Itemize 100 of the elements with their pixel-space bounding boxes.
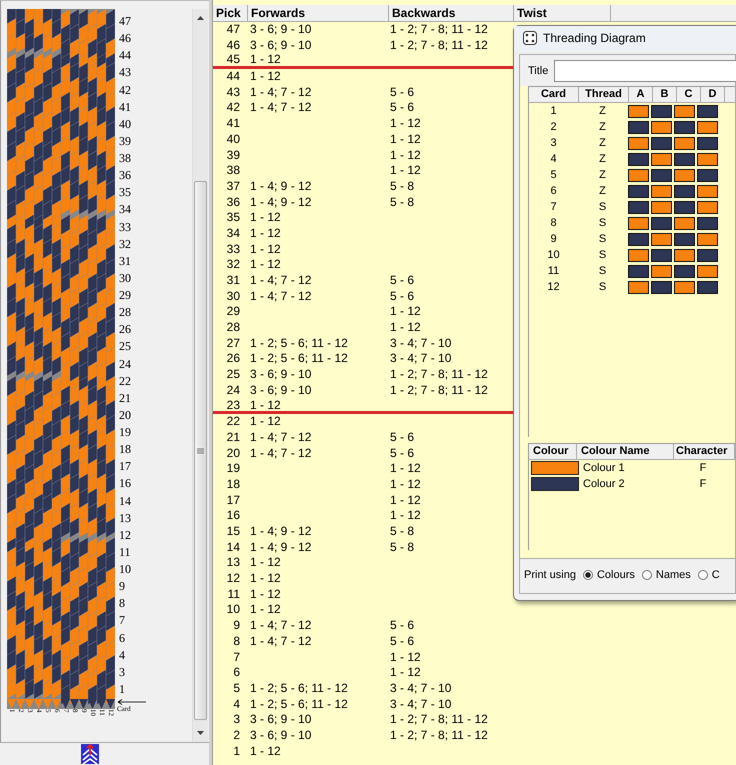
table-cell-text: 30 [226, 288, 241, 304]
pick-label: 21 [119, 392, 132, 404]
table-cell-text: 6 [549, 185, 558, 197]
pick-label: 6 [119, 632, 126, 644]
table-cell-text: 25 [226, 367, 241, 383]
column-header[interactable]: Forwards [248, 5, 389, 21]
table-cell-text: 3 - 4; 7 - 10 [389, 336, 452, 352]
table-cell-text: 1 - 12 [389, 476, 422, 493]
column-header[interactable]: Thread [579, 87, 629, 102]
pick-label: 32 [119, 238, 132, 250]
pick-label: 36 [119, 169, 132, 182]
table-cell-text: 1 - 12 [389, 508, 422, 524]
radio-button[interactable]: Names [642, 569, 691, 581]
scroll-up-icon[interactable] [196, 15, 205, 21]
table-cell-text: 11 [226, 586, 241, 602]
pick-label: 7 [119, 614, 126, 626]
pick-label: 40 [119, 118, 132, 130]
table-cell-text: 21 [226, 430, 241, 446]
column-header[interactable]: Backwards [389, 5, 514, 21]
table-cell-text: 4 [549, 153, 558, 165]
table-cell-text: 47 [226, 22, 241, 38]
table-cell-text: 5 - 6 [389, 273, 416, 289]
table-cell-text: 1 - 12 [389, 650, 422, 666]
table-cell-text: 10 [226, 602, 241, 618]
table-cell-text: F [698, 478, 708, 490]
table-cell-text: 20 [226, 446, 241, 462]
column-header[interactable]: C [677, 87, 701, 102]
table-cell-text: 5 [549, 169, 558, 181]
table-cell-text: 1 - 4; 7 - 12 [249, 634, 312, 650]
pick-label: 46 [119, 32, 132, 44]
table-cell-text: 1 - 12 [389, 492, 422, 508]
table-cell-text: 2 [549, 121, 558, 133]
pick-label: 22 [119, 374, 132, 387]
scrollbar-thumb[interactable] [194, 181, 207, 720]
table-cell-text: 1 - 12 [389, 148, 422, 164]
table-cell-text: 16 [226, 508, 241, 524]
table-cell-text: S [598, 281, 608, 293]
pick-label: 34 [119, 203, 132, 216]
table-cell-text: 9 [549, 233, 558, 245]
table-cell-text: 1 - 4; 7 - 12 [249, 430, 312, 446]
column-header[interactable]: Pick [213, 5, 248, 21]
table-cell-text: Z [598, 185, 607, 197]
column-header[interactable]: B [653, 87, 677, 102]
column-header[interactable]: D [701, 87, 725, 102]
table-cell-text: 1 - 2; 7 - 8; 11 - 12 [389, 22, 489, 38]
table-cell-text: 12 [546, 281, 561, 293]
radio-button[interactable]: C [698, 569, 720, 581]
scrollbar[interactable] [192, 9, 208, 742]
table-cell-text: 6 [232, 665, 241, 681]
table-cell-text: 8 [549, 217, 558, 229]
table-cell-text: 1 - 12 [249, 226, 282, 242]
table-cell-text: 1 - 12 [389, 132, 422, 148]
table-cell-text: 1 - 12 [249, 586, 282, 602]
table-cell-text: 1 - 2; 7 - 8; 11 - 12 [389, 382, 489, 398]
pick-label: 29 [119, 289, 132, 301]
table-cell-text: S [598, 217, 608, 229]
table-cell-text: 5 - 6 [389, 100, 416, 116]
column-header[interactable]: Colour Name [577, 444, 674, 459]
pick-label: 42 [119, 84, 132, 96]
table-cell-text: 1 - 12 [389, 461, 422, 477]
table-cell-text: 1 - 12 [389, 665, 422, 681]
table-cell-text: 5 - 6 [389, 288, 416, 304]
table-cell-text: 1 - 4; 9 - 12 [249, 540, 312, 556]
table-cell-text: Colour 1 [582, 462, 626, 474]
table-cell-text: 31 [226, 273, 241, 289]
table-cell-text: 3 - 6; 9 - 10 [249, 712, 312, 728]
table-cell-text: 44 [226, 69, 241, 85]
table-cell-text: 41 [226, 116, 241, 132]
table-cell-text: 43 [226, 84, 241, 100]
column-header[interactable]: A [629, 87, 653, 102]
table-cell-text: 3 - 4; 7 - 10 [389, 351, 452, 368]
column-header[interactable]: Twist [514, 5, 611, 21]
column-header[interactable]: Colour [529, 444, 577, 459]
column-header[interactable]: Character [674, 444, 735, 459]
table-cell-text: 1 - 4; 9 - 12 [249, 194, 312, 210]
table-cell-text: 5 - 8 [389, 194, 416, 210]
table-cell-text: S [598, 249, 608, 261]
table-cell-text: 1 - 12 [249, 571, 282, 587]
table-cell-text: Z [598, 153, 607, 165]
pick-label: 26 [119, 323, 132, 336]
table-cell-text: 32 [226, 257, 241, 273]
pick-label: 39 [119, 134, 132, 147]
column-header[interactable]: Card [529, 87, 579, 102]
table-cell-text: 5 - 6 [389, 430, 416, 446]
pick-label: 44 [119, 49, 132, 62]
table-cell-text: 1 - 12 [249, 242, 282, 258]
dice-icon [523, 31, 537, 45]
pick-label: 19 [119, 426, 132, 438]
table-cell-text: Z [598, 169, 607, 181]
title-field[interactable] [554, 60, 736, 82]
table-cell-text: 9 [232, 618, 241, 634]
pick-label: 24 [119, 358, 132, 370]
table-cell-text: 1 [549, 105, 558, 117]
table-cell-text: 1 - 12 [389, 116, 422, 132]
scroll-down-icon[interactable] [196, 730, 205, 736]
table-cell-text: 3 - 4; 7 - 10 [389, 680, 452, 697]
radio-button[interactable]: Colours [582, 569, 635, 581]
pick-label: 4 [119, 648, 126, 661]
chevron-icon[interactable] [80, 743, 100, 765]
table-cell-text: 33 [226, 242, 241, 258]
